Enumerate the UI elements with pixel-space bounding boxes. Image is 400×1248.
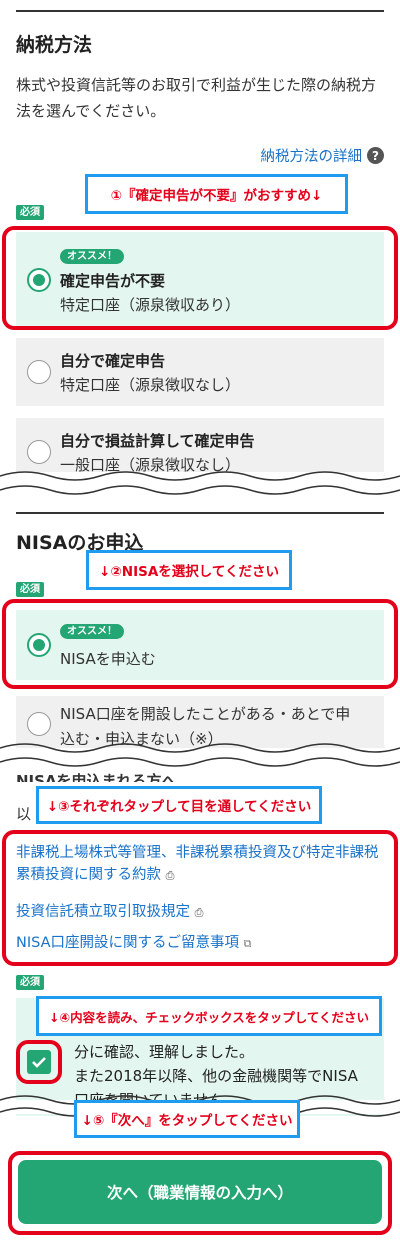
highlight-documents [2, 830, 398, 966]
tax-required-badge: 必須 [16, 205, 44, 220]
section-divider-top [16, 10, 384, 12]
highlight-nisa-option [2, 599, 398, 689]
option-title: 自分で損益計算して確定申告 [60, 432, 255, 450]
highlight-tax-option [2, 226, 398, 330]
tax-details-link[interactable]: 納税方法の詳細 ? [260, 145, 384, 166]
highlight-checkbox [16, 1040, 62, 1084]
annotation-step1: ①『確定申告が不要』がおすすめ↓ [85, 174, 348, 214]
option-title: 自分で確定申告 [60, 352, 166, 370]
radio-unselected-icon[interactable] [27, 712, 51, 736]
highlight-next-button [8, 1151, 392, 1235]
annotation-step3: ↓③それぞれタップして目を通してください [36, 786, 322, 824]
radio-unselected-icon[interactable] [27, 440, 51, 464]
tax-details-link-label: 納税方法の詳細 [260, 149, 363, 165]
cut-wave-divider [0, 743, 400, 767]
tax-method-description: 株式や投資信託等のお取引で利益が生じた際の納税方法を選んでください。 [16, 76, 377, 120]
option-subtitle: 特定口座（源泉徴収なし） [60, 376, 241, 394]
radio-unselected-icon[interactable] [27, 360, 51, 384]
annotation-step5: ↓⑤『次へ』をタップしてください [74, 1100, 300, 1138]
annotation-step2: ↓②NISAを選択してください [86, 550, 292, 590]
nisa-required-badge: 必須 [16, 582, 44, 597]
annotation-step4: ↓④内容を読み、チェックボックスをタップしてください [36, 996, 382, 1036]
section-divider-nisa [16, 512, 384, 514]
consent-required-badge: 必須 [16, 975, 44, 990]
tax-option-self-filing[interactable]: 自分で確定申告 特定口座（源泉徴収なし） [16, 338, 384, 406]
tax-method-heading: 納税方法 [16, 34, 93, 56]
help-icon: ? [367, 147, 384, 164]
cut-wave-divider [0, 471, 400, 495]
nisa-sub-intro: 以 [16, 805, 32, 823]
nisa-sub-heading: NISAを申込まれる方へ [16, 772, 177, 782]
